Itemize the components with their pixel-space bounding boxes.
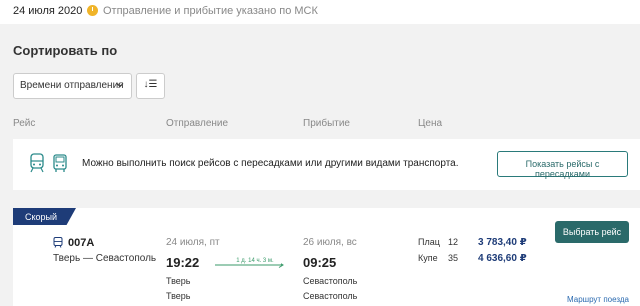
search-date: 24 июля 2020 — [13, 5, 83, 17]
train-number[interactable]: 007А — [68, 237, 94, 249]
sort-direction-button[interactable]: ↓☰ — [136, 73, 165, 99]
train-route: Тверь — Севастополь — [53, 253, 157, 264]
fare-price-kupe[interactable]: 4 636,60 ₽ — [478, 253, 527, 264]
trip-duration: 1 д. 14 ч. 3 м. — [229, 258, 281, 264]
timezone-note: Отправление и прибытие указано по МСК — [103, 5, 318, 17]
fare-class-platskart: Плац — [418, 237, 440, 247]
departure-station: Тверь — [166, 291, 191, 301]
departure-date: 24 июля, пт — [166, 237, 220, 248]
column-header-price: Цена — [418, 118, 443, 129]
clock-icon — [87, 5, 98, 16]
fare-seats-platskart: 12 — [448, 237, 459, 247]
train-type-badge: Скорый — [13, 208, 76, 225]
arrival-time: 09:25 — [303, 255, 337, 270]
top-bar: 24 июля 2020 Отправление и прибытие указ… — [0, 0, 640, 24]
departure-city: Тверь — [166, 276, 191, 286]
train-route-link[interactable]: Маршрут поезда — [567, 295, 629, 304]
select-trip-button[interactable]: Выбрать рейс — [555, 221, 629, 243]
sort-title: Сортировать по — [13, 43, 118, 58]
transfer-notice: Можно выполнить поиск рейсов с пересадка… — [13, 139, 640, 190]
notice-message: Можно выполнить поиск рейсов с пересадка… — [82, 158, 459, 169]
bus-icon — [53, 154, 67, 172]
sort-select[interactable]: Времени отправления — [13, 73, 132, 99]
show-transfers-button[interactable]: Показать рейсы с пересадками — [497, 151, 628, 179]
train-icon — [53, 237, 63, 248]
arrival-date: 26 июля, вс — [303, 237, 357, 248]
arrival-city: Севастополь — [303, 276, 358, 286]
chevron-down-icon — [116, 83, 124, 88]
sort-order-icon: ↓☰ — [143, 79, 158, 90]
fare-class-kupe: Купе — [418, 253, 438, 263]
arrival-station: Севастополь — [303, 291, 358, 301]
train-icon — [30, 153, 44, 173]
fare-seats-kupe: 35 — [448, 253, 459, 263]
fare-price-platskart[interactable]: 3 783,40 ₽ — [478, 237, 527, 248]
column-header-arrival: Прибытие — [303, 118, 350, 129]
departure-time: 19:22 — [166, 255, 200, 270]
column-header-departure: Отправление — [166, 118, 229, 129]
train-card: Скорый 007А Тверь — Севастополь 24 июля,… — [13, 208, 640, 306]
column-header-trip: Рейс — [13, 118, 36, 129]
sort-select-value: Времени отправления — [20, 80, 124, 91]
